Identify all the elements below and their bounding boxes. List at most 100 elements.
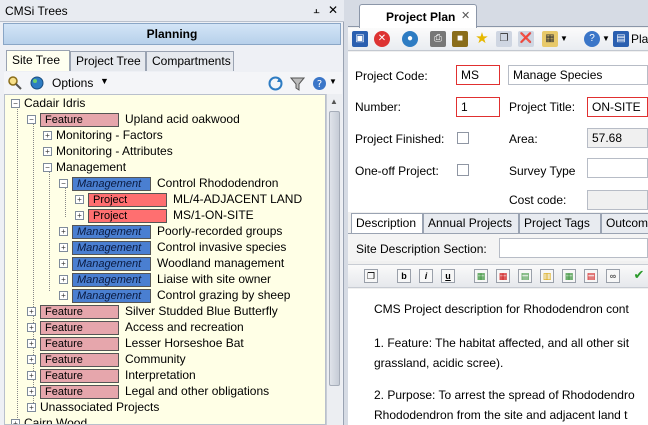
favourite-icon[interactable]: ★ bbox=[474, 31, 490, 47]
expand-icon[interactable]: + bbox=[59, 275, 68, 285]
tree-node[interactable]: + Monitoring - Attributes bbox=[43, 143, 173, 159]
tab-project-tree[interactable]: Project Tree bbox=[70, 51, 146, 71]
tree-node[interactable]: + Management Control invasive species bbox=[59, 239, 286, 255]
scroll-thumb[interactable] bbox=[329, 111, 340, 386]
tab-project-tags[interactable]: Project Tags bbox=[519, 213, 601, 233]
project-code-field[interactable]: MS bbox=[456, 65, 500, 85]
oneoff-checkbox[interactable] bbox=[457, 164, 469, 176]
tree-node[interactable]: + Feature Silver Studded Blue Butterfly bbox=[27, 303, 278, 319]
tree-node[interactable]: − Management Control Rhododendron bbox=[59, 175, 278, 191]
tab-site-tree[interactable]: Site Tree bbox=[6, 50, 70, 71]
collapse-icon[interactable]: − bbox=[43, 163, 52, 173]
tree-node[interactable]: + Project ML/4-ADJACENT LAND bbox=[75, 191, 302, 207]
project-code-description[interactable]: Manage Species bbox=[508, 65, 648, 85]
close-tab-icon[interactable]: ✕ bbox=[461, 9, 470, 22]
options-menu[interactable]: Options bbox=[52, 76, 93, 90]
insert-table-icon[interactable]: ▦ bbox=[474, 269, 488, 283]
expand-icon[interactable]: + bbox=[27, 355, 36, 365]
filter-icon[interactable] bbox=[290, 76, 305, 91]
copy-format-icon[interactable]: ❐ bbox=[364, 269, 378, 283]
area-field[interactable]: 57.68 bbox=[587, 128, 648, 148]
tree-node[interactable]: + Feature Legal and other obligations bbox=[27, 383, 269, 399]
link-icon[interactable]: ∞ bbox=[606, 269, 620, 283]
delete-row-icon[interactable]: ▤ bbox=[584, 269, 598, 283]
expand-icon[interactable]: + bbox=[59, 291, 68, 301]
tree-node[interactable]: + Management Woodland management bbox=[59, 255, 284, 271]
merge-cells-icon[interactable]: ▦ bbox=[562, 269, 576, 283]
insert-row-icon[interactable]: ▤ bbox=[518, 269, 532, 283]
expand-icon[interactable]: + bbox=[75, 211, 84, 221]
chevron-down-icon[interactable]: ▼ bbox=[602, 34, 610, 43]
help-icon[interactable]: ? bbox=[312, 76, 327, 91]
expand-icon[interactable]: + bbox=[75, 195, 84, 205]
delete-table-icon[interactable]: ▦ bbox=[496, 269, 510, 283]
tree-node[interactable]: + Management Liaise with site owner bbox=[59, 271, 271, 287]
expand-icon[interactable]: + bbox=[27, 387, 36, 397]
cancel-icon[interactable]: ✕ bbox=[374, 31, 390, 47]
chevron-down-icon[interactable]: ▼ bbox=[329, 77, 337, 86]
tree-node[interactable]: + Feature Community bbox=[27, 351, 186, 367]
tree-node[interactable]: + Unassociated Projects bbox=[27, 399, 159, 415]
save-icon[interactable]: ▣ bbox=[352, 31, 368, 47]
print-icon[interactable]: ⎙ bbox=[430, 31, 446, 47]
insert-column-icon[interactable]: ▥ bbox=[540, 269, 554, 283]
expand-icon[interactable]: + bbox=[43, 147, 52, 157]
italic-icon[interactable]: i bbox=[419, 269, 433, 283]
tree-node[interactable]: + Feature Lesser Horseshoe Bat bbox=[27, 335, 244, 351]
find-icon[interactable]: ● bbox=[402, 31, 418, 47]
project-title-field[interactable]: ON-SITE bbox=[587, 97, 648, 117]
toolbar-label[interactable]: Pla bbox=[631, 32, 648, 46]
pin-icon[interactable]: ⫠ bbox=[313, 4, 320, 17]
expand-icon[interactable]: + bbox=[59, 259, 68, 269]
number-field[interactable]: 1 bbox=[456, 97, 500, 117]
tree-node[interactable]: + Monitoring - Factors bbox=[43, 127, 163, 143]
expand-icon[interactable]: + bbox=[59, 227, 68, 237]
tree-node[interactable]: + Cairn Wood bbox=[11, 415, 87, 424]
cost-code-field[interactable] bbox=[587, 190, 648, 210]
scroll-up-icon[interactable]: ▲ bbox=[330, 97, 338, 106]
expand-icon[interactable]: + bbox=[59, 243, 68, 253]
tab-compartments[interactable]: Compartments bbox=[146, 51, 234, 71]
underline-icon[interactable]: u bbox=[441, 269, 455, 283]
copy-icon[interactable]: ❐ bbox=[496, 31, 512, 47]
report-icon[interactable]: ▦ bbox=[542, 31, 558, 47]
tree-scrollbar[interactable]: ▲ bbox=[326, 94, 342, 425]
expand-icon[interactable]: + bbox=[43, 131, 52, 141]
tab-annual-projects[interactable]: Annual Projects bbox=[423, 213, 519, 233]
expand-icon[interactable]: + bbox=[27, 323, 36, 333]
tab-description[interactable]: Description bbox=[351, 213, 423, 233]
description-editor[interactable]: CMS Project description for Rhododendron… bbox=[348, 289, 648, 425]
expand-icon[interactable]: + bbox=[27, 371, 36, 381]
bold-icon[interactable]: b bbox=[397, 269, 411, 283]
collapse-icon[interactable]: − bbox=[11, 99, 20, 109]
tree-node[interactable]: − Cadair Idris bbox=[11, 95, 85, 111]
collapse-icon[interactable]: − bbox=[27, 115, 36, 125]
expand-icon[interactable]: + bbox=[27, 403, 36, 413]
site-description-select[interactable] bbox=[499, 238, 648, 258]
tab-outcome[interactable]: Outcome bbox=[601, 213, 648, 233]
chevron-down-icon[interactable]: ▼ bbox=[100, 76, 109, 86]
delete-record-icon[interactable]: ❌ bbox=[518, 31, 534, 47]
tree-node[interactable]: + Project MS/1-ON-SITE bbox=[75, 207, 254, 223]
search-icon[interactable] bbox=[8, 76, 22, 90]
close-icon[interactable]: ✕ bbox=[328, 3, 338, 17]
tree-node[interactable]: − Feature Upland acid oakwood bbox=[27, 111, 240, 127]
refresh-icon[interactable] bbox=[268, 76, 283, 91]
collapse-icon[interactable]: − bbox=[59, 179, 68, 189]
tree-node[interactable]: + Management Control grazing by sheep bbox=[59, 287, 290, 303]
expand-icon[interactable]: + bbox=[27, 339, 36, 349]
expand-icon[interactable]: + bbox=[27, 307, 36, 317]
planning-button[interactable]: Planning bbox=[3, 23, 341, 45]
tree-node[interactable]: − Management bbox=[43, 159, 126, 175]
tree-node[interactable]: + Management Poorly-recorded groups bbox=[59, 223, 282, 239]
tree-node[interactable]: + Feature Access and recreation bbox=[27, 319, 244, 335]
chevron-down-icon[interactable]: ▼ bbox=[560, 34, 568, 43]
spellcheck-icon[interactable]: ✔ bbox=[632, 268, 646, 283]
project-finished-checkbox[interactable] bbox=[457, 132, 469, 144]
tab-project-plan[interactable]: Project Plan ✕ bbox=[359, 4, 477, 28]
help-icon[interactable]: ? bbox=[584, 31, 600, 47]
expand-icon[interactable]: + bbox=[11, 419, 20, 424]
survey-type-field[interactable] bbox=[587, 158, 648, 178]
plan-icon[interactable]: ▤ bbox=[613, 31, 629, 47]
tree-node[interactable]: + Feature Interpretation bbox=[27, 367, 196, 383]
